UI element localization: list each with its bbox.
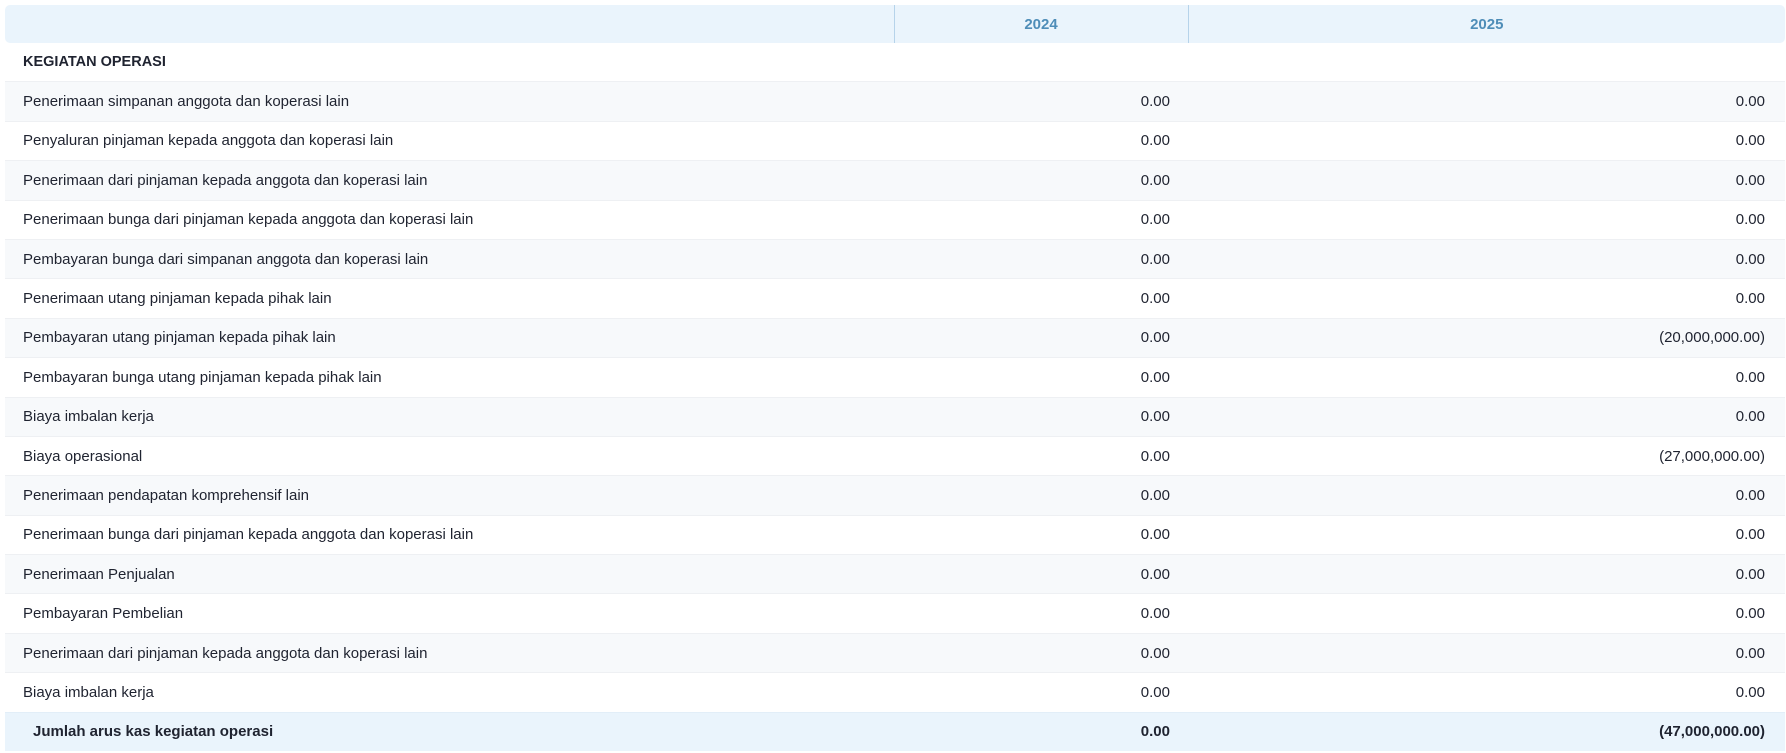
row-label: Pembayaran bunga dari simpanan anggota d… <box>5 238 894 279</box>
row-label: Penerimaan bunga dari pinjaman kepada an… <box>5 514 894 555</box>
table-row: Biaya operasional 0.00 (27,000,000.00) <box>5 435 1785 476</box>
table-row: Penerimaan bunga dari pinjaman kepada an… <box>5 199 1785 240</box>
table-header: 2024 2025 <box>5 5 1785 43</box>
value-2025: 0.00 <box>1188 238 1785 279</box>
value-2025: 0.00 <box>1188 160 1785 201</box>
column-header-2024: 2024 <box>893 5 1188 43</box>
value-2024: 0.00 <box>894 120 1188 161</box>
value-2025: (27,000,000.00) <box>1188 435 1785 476</box>
row-label: Penerimaan simpanan anggota dan koperasi… <box>5 81 894 122</box>
value-2025: 0.00 <box>1188 357 1785 398</box>
table-row: Biaya imbalan kerja 0.00 0.00 <box>5 672 1785 713</box>
value-2024: 0.00 <box>894 632 1188 673</box>
column-header-label <box>5 5 894 43</box>
row-label: Penerimaan pendapatan komprehensif lain <box>5 475 894 516</box>
table-row: Penerimaan pendapatan komprehensif lain 0… <box>5 475 1785 516</box>
table-row: Penyaluran pinjaman kepada anggota dan k… <box>5 120 1785 161</box>
cash-flow-table: 2024 2025 KEGIATAN OPERASI Penerimaan si… <box>5 5 1785 752</box>
value-2025: 0.00 <box>1188 554 1785 594</box>
value-2024: 0.00 <box>894 396 1188 437</box>
row-label: Penerimaan bunga dari pinjaman kepada an… <box>5 199 894 240</box>
section-row: KEGIATAN OPERASI <box>5 43 1785 82</box>
row-label: Biaya imbalan kerja <box>5 672 894 713</box>
table-row: Biaya imbalan kerja 0.00 0.00 <box>5 396 1785 437</box>
section-empty-2024 <box>894 43 1188 82</box>
header-row: 2024 2025 <box>5 5 1785 43</box>
table-row: Pembayaran Pembelian 0.00 0.00 <box>5 593 1785 634</box>
section-title: KEGIATAN OPERASI <box>5 43 894 82</box>
table-row: Penerimaan dari pinjaman kepada anggota … <box>5 160 1785 201</box>
table-row: Penerimaan simpanan anggota dan koperasi… <box>5 81 1785 122</box>
row-label: Biaya operasional <box>5 435 894 476</box>
column-header-2025: 2025 <box>1187 5 1785 43</box>
table-body: KEGIATAN OPERASI Penerimaan simpanan ang… <box>5 43 1785 752</box>
value-2024: 0.00 <box>894 199 1188 240</box>
value-2025: 0.00 <box>1188 81 1785 122</box>
value-2024: 0.00 <box>894 238 1188 279</box>
row-label: Penerimaan dari pinjaman kepada anggota … <box>5 160 894 201</box>
row-label: Penerimaan utang pinjaman kepada pihak l… <box>5 278 894 319</box>
value-2025: 0.00 <box>1188 593 1785 634</box>
row-label: Pembayaran bunga utang pinjaman kepada p… <box>5 357 894 398</box>
table-row: Penerimaan utang pinjaman kepada pihak l… <box>5 278 1785 319</box>
value-2024: 0.00 <box>894 160 1188 201</box>
value-2024: 0.00 <box>894 435 1188 476</box>
total-label: Jumlah arus kas kegiatan operasi <box>5 711 894 752</box>
value-2024: 0.00 <box>894 81 1188 122</box>
value-2025: 0.00 <box>1188 199 1785 240</box>
value-2025: 0.00 <box>1188 672 1785 713</box>
value-2024: 0.00 <box>894 475 1188 516</box>
value-2025: 0.00 <box>1188 475 1785 516</box>
value-2025: 0.00 <box>1188 120 1785 161</box>
value-2025: 0.00 <box>1188 632 1785 673</box>
total-row: Jumlah arus kas kegiatan operasi 0.00 (47,… <box>5 711 1785 752</box>
value-2025: (20,000,000.00) <box>1188 317 1785 358</box>
value-2025: 0.00 <box>1188 514 1785 555</box>
table-row: Pembayaran bunga utang pinjaman kepada p… <box>5 357 1785 398</box>
value-2024: 0.00 <box>894 278 1188 319</box>
row-label: Penyaluran pinjaman kepada anggota dan k… <box>5 120 894 161</box>
table-row: Penerimaan bunga dari pinjaman kepada an… <box>5 514 1785 555</box>
row-label: Penerimaan Penjualan <box>5 554 894 594</box>
table-row: Pembayaran utang pinjaman kepada pihak l… <box>5 317 1785 358</box>
total-value-2025: (47,000,000.00) <box>1188 711 1785 752</box>
row-label: Penerimaan dari pinjaman kepada anggota … <box>5 632 894 673</box>
table-row: Pembayaran bunga dari simpanan anggota d… <box>5 238 1785 279</box>
value-2024: 0.00 <box>894 357 1188 398</box>
value-2024: 0.00 <box>894 554 1188 594</box>
value-2024: 0.00 <box>894 672 1188 713</box>
total-value-2024: 0.00 <box>894 711 1188 752</box>
table-row: Penerimaan dari pinjaman kepada anggota … <box>5 632 1785 673</box>
table-row: Penerimaan Penjualan 0.00 0.00 <box>5 554 1785 594</box>
section-empty-2025 <box>1188 43 1785 82</box>
value-2024: 0.00 <box>894 317 1188 358</box>
value-2024: 0.00 <box>894 593 1188 634</box>
row-label: Pembayaran utang pinjaman kepada pihak l… <box>5 317 894 358</box>
value-2025: 0.00 <box>1188 396 1785 437</box>
value-2025: 0.00 <box>1188 278 1785 319</box>
value-2024: 0.00 <box>894 514 1188 555</box>
row-label: Biaya imbalan kerja <box>5 396 894 437</box>
row-label: Pembayaran Pembelian <box>5 593 894 634</box>
